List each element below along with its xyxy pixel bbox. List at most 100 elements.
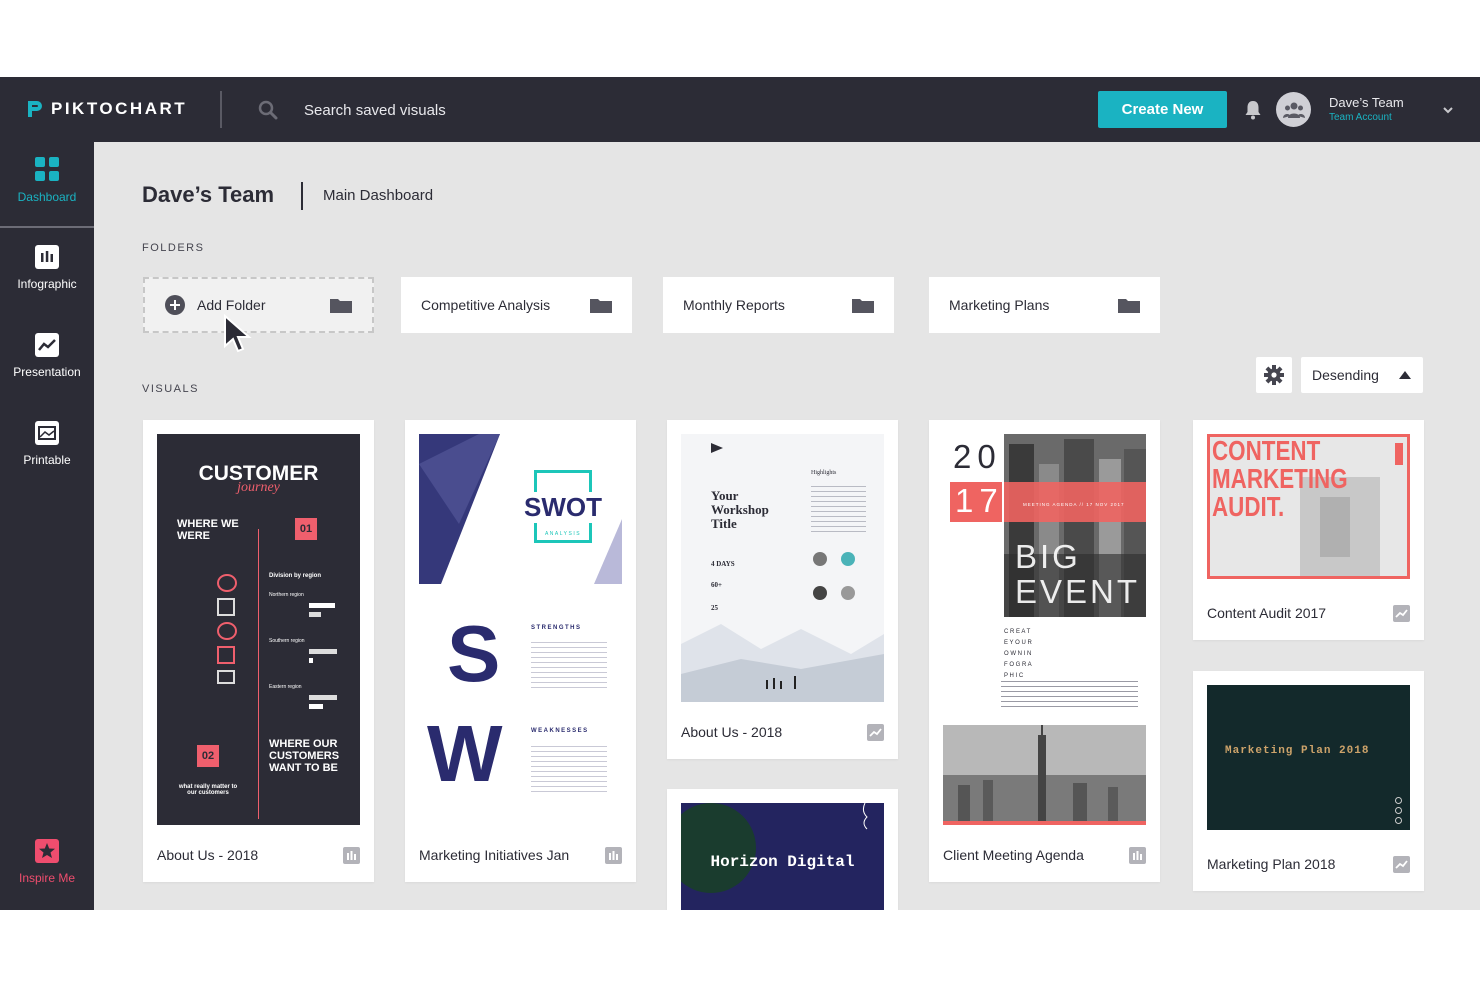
search-input[interactable] (292, 97, 592, 123)
visual-thumbnail: Your Workshop Title 4 DAYS 60+ 25 Highli… (681, 434, 884, 702)
infographic-icon (605, 847, 622, 864)
thumb-title: Marketing Plan 2018 (1225, 745, 1370, 757)
thumb-tab (1395, 443, 1403, 465)
piktochart-logo-icon (28, 101, 42, 117)
sidebar-item-infographic[interactable]: Infographic (0, 245, 94, 291)
thumb-text: Division by region (269, 573, 322, 579)
sort-dropdown[interactable]: Desending (1301, 357, 1423, 393)
visual-title[interactable]: Marketing Plan 2018 (1207, 856, 1335, 872)
visual-thumbnail: CUSTOMER journey WHERE WE WERE 01 Divisi… (157, 434, 360, 825)
visual-card-horizon-digital[interactable]: Horizon Digital (667, 789, 898, 910)
visual-card-client-meeting-agenda[interactable]: 20 17 MEETING AGENDA // 17 NOV 2017 BIG … (929, 420, 1160, 882)
visual-title[interactable]: About Us - 2018 (157, 847, 258, 863)
sidebar-item-label: Dashboard (17, 190, 77, 204)
visual-card-about-us-workshop[interactable]: Your Workshop Title 4 DAYS 60+ 25 Highli… (667, 420, 898, 759)
thumb-text: 17 (950, 482, 1002, 522)
visual-card-about-us[interactable]: CUSTOMER journey WHERE WE WERE 01 Divisi… (143, 420, 374, 882)
thumb-dot (1395, 817, 1402, 824)
thumb-text: ANALYSIS (544, 531, 582, 537)
title-divider (301, 182, 303, 210)
app-window: PIKTOCHART Create New Dave’s Team Team A… (0, 77, 1480, 910)
thumb-title: Horizon Digital (710, 853, 855, 871)
thumb-title: SWOT (522, 492, 604, 523)
chevron-down-icon[interactable] (1441, 104, 1455, 116)
folder-icon (852, 299, 874, 313)
visual-card-marketing-initiatives[interactable]: SWOT ANALYSIS S STRENGTHS W WEAKNESSES M… (405, 420, 636, 882)
thumb-bar (309, 695, 337, 700)
thumb-text: 20 (953, 438, 1002, 475)
arrow-icon (711, 443, 723, 453)
thumb-avatar (813, 552, 827, 566)
thumb-bar (309, 603, 335, 608)
thumb-mountain-image (681, 624, 884, 702)
thumb-text: Eastern region (269, 684, 302, 690)
thumb-text: 4 DAYS (711, 560, 735, 568)
thumb-title: CONTENT MARKETING AUDIT. (1212, 435, 1348, 522)
settings-button[interactable] (1256, 357, 1292, 393)
visual-thumbnail: CONTENT MARKETING AUDIT. (1207, 434, 1410, 579)
thumb-letter: W (427, 709, 503, 798)
visual-title[interactable]: About Us - 2018 (681, 724, 782, 740)
thumb-text: Northern region (269, 592, 304, 598)
thumb-icon-column (217, 574, 239, 704)
avatar[interactable] (1276, 92, 1311, 127)
thumb-text: MEETING AGENDA // 17 NOV 2017 (1023, 502, 1125, 507)
folder-name: Add Folder (197, 297, 266, 313)
sort-label: Desending (1312, 367, 1379, 383)
thumb-script: journey (237, 480, 280, 495)
visual-thumbnail: 20 17 MEETING AGENDA // 17 NOV 2017 BIG … (943, 434, 1146, 825)
thumb-text-lines (1001, 679, 1138, 709)
folder-marketing-plans[interactable]: Marketing Plans (929, 277, 1160, 333)
sidebar-item-label: Infographic (17, 277, 77, 291)
team-icon (1282, 102, 1305, 118)
thumb-text: STRENGTHS (531, 625, 582, 631)
thumb-dot (1395, 797, 1402, 804)
logo-text: PIKTOCHART (51, 99, 188, 118)
thumb-text: WHERE OUR CUSTOMERS WANT TO BE (269, 738, 340, 774)
thumb-skyline-image (943, 725, 1146, 825)
presentation-icon (35, 333, 59, 357)
folder-monthly-reports[interactable]: Monthly Reports (663, 277, 894, 333)
visual-thumbnail: Marketing Plan 2018 (1207, 685, 1410, 830)
thumb-title: Your Workshop Title (711, 488, 769, 531)
caret-up-icon (1399, 371, 1411, 379)
folder-competitive-analysis[interactable]: Competitive Analysis (401, 277, 632, 333)
visual-card-marketing-plan[interactable]: Marketing Plan 2018 Marketing Plan 2018 (1193, 671, 1424, 891)
presentation-icon (867, 724, 884, 741)
sidebar-item-inspire-me[interactable]: Inspire Me (0, 839, 94, 885)
create-new-button[interactable]: Create New (1098, 91, 1227, 128)
visual-title[interactable]: Content Audit 2017 (1207, 605, 1326, 621)
account-type: Team Account (1329, 112, 1392, 123)
presentation-icon (1393, 856, 1410, 873)
account-name[interactable]: Dave’s Team (1329, 95, 1404, 110)
inspire-me-label: Inspire Me (18, 871, 76, 885)
thumb-text-lines (531, 744, 607, 792)
visual-card-content-audit[interactable]: CONTENT MARKETING AUDIT. Content Audit 2… (1193, 420, 1424, 640)
sidebar-item-label: Presentation (13, 365, 81, 379)
infographic-icon (1129, 847, 1146, 864)
plus-icon (165, 295, 185, 315)
sidebar: Dashboard Infographic Presentation Print… (0, 142, 94, 910)
sidebar-item-presentation[interactable]: Presentation (0, 333, 94, 379)
sidebar-item-dashboard[interactable]: Dashboard (0, 156, 94, 204)
infographic-icon (343, 847, 360, 864)
thumb-bar (309, 649, 337, 654)
presentation-icon (1393, 605, 1410, 622)
thumb-text: WHERE WE WERE (177, 518, 239, 542)
visual-title[interactable]: Marketing Initiatives Jan (419, 847, 569, 863)
folder-name: Marketing Plans (949, 297, 1050, 313)
visual-thumbnail: SWOT ANALYSIS S STRENGTHS W WEAKNESSES (419, 434, 622, 825)
add-folder-button[interactable]: Add Folder (143, 277, 374, 333)
sidebar-item-label: Printable (23, 453, 71, 467)
visual-title[interactable]: Client Meeting Agenda (943, 847, 1084, 863)
search-icon[interactable] (258, 100, 278, 120)
printable-icon (35, 421, 59, 445)
logo[interactable]: PIKTOCHART (26, 99, 187, 119)
thumb-number: 02 (197, 745, 219, 767)
thumb-text: Southern region (269, 638, 305, 644)
thumb-text: 60+ (711, 581, 722, 589)
thumb-bar (309, 658, 313, 663)
bell-icon[interactable] (1244, 100, 1262, 120)
sidebar-item-printable[interactable]: Printable (0, 421, 94, 467)
folder-icon (590, 299, 612, 313)
